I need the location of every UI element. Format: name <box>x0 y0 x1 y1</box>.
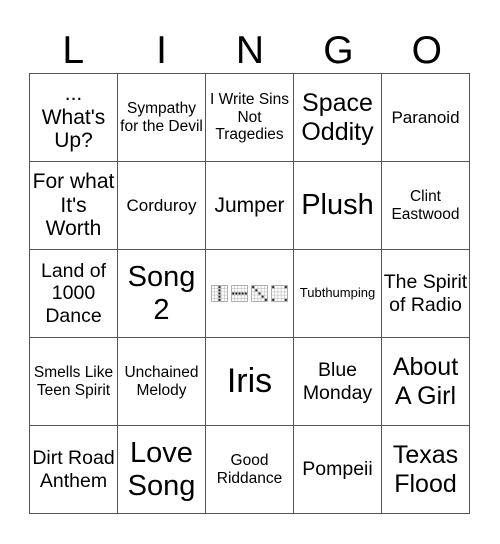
bingo-header: L I N G O <box>29 28 471 73</box>
cell-label: ... What's Up? <box>41 81 106 153</box>
bingo-cell[interactable]: About A Girl <box>382 338 470 426</box>
header-letter-l: L <box>62 29 85 72</box>
four-corners-pattern-icon <box>271 285 288 302</box>
cell-label: Tubthumping <box>299 285 376 301</box>
cell-label: Plush <box>301 189 374 222</box>
bingo-cell[interactable]: Space Oddity <box>294 74 382 162</box>
cell-label: Good Riddance <box>216 452 283 487</box>
bingo-cell[interactable]: For what It's Worth <box>30 162 118 250</box>
bingo-cell[interactable]: Pompeii <box>294 426 382 514</box>
bingo-cell[interactable]: Iris <box>206 338 294 426</box>
cell-label: Dirt Road Anthem <box>32 447 115 492</box>
cell-label: Jumper <box>214 193 285 217</box>
header-letter-i: I <box>156 29 168 72</box>
cell-label: Land of 1000 Dance <box>40 260 107 327</box>
cell-label: Paranoid <box>391 107 460 127</box>
free-space-cell[interactable] <box>206 250 294 338</box>
diagonal-pattern-icon <box>251 285 268 302</box>
horizontal-line-pattern-icon <box>231 285 248 302</box>
bingo-cell[interactable]: Land of 1000 Dance <box>30 250 118 338</box>
cell-label: Clint Eastwood <box>391 188 460 223</box>
bingo-cell[interactable]: I Write Sins Not Tragedies <box>206 74 294 162</box>
bingo-cell[interactable]: Sympathy for the Devil <box>118 74 206 162</box>
header-letter-o: O <box>411 29 442 72</box>
cell-label: Sympathy for the Devil <box>120 100 203 135</box>
bingo-cell[interactable]: Song 2 <box>118 250 206 338</box>
header-letter-n: N <box>235 29 265 72</box>
cell-label: Corduroy <box>126 195 197 215</box>
bingo-cell[interactable]: The Spirit of Radio <box>382 250 470 338</box>
bingo-grid: ... What's Up? Sympathy for the Devil I Wr… <box>29 73 470 514</box>
bingo-cell[interactable]: Unchained Melody <box>118 338 206 426</box>
bingo-cell[interactable]: Clint Eastwood <box>382 162 470 250</box>
header-letter-g: G <box>323 29 354 72</box>
cell-label: Blue Monday <box>302 359 373 404</box>
cell-label: Unchained Melody <box>124 364 199 399</box>
cell-label: About A Girl <box>392 353 459 410</box>
cell-label: Iris <box>226 362 273 401</box>
cell-label: Texas Flood <box>392 441 459 498</box>
bingo-cell[interactable]: Dirt Road Anthem <box>30 426 118 514</box>
bingo-cell[interactable]: Paranoid <box>382 74 470 162</box>
winning-patterns <box>211 285 288 302</box>
cell-label: Song 2 <box>127 260 196 326</box>
bingo-cell[interactable]: Plush <box>294 162 382 250</box>
bingo-cell[interactable]: Jumper <box>206 162 294 250</box>
bingo-cell[interactable]: ... What's Up? <box>30 74 118 162</box>
bingo-cell[interactable]: Tubthumping <box>294 250 382 338</box>
bingo-cell[interactable]: Texas Flood <box>382 426 470 514</box>
bingo-cell[interactable]: Corduroy <box>118 162 206 250</box>
cell-label: I Write Sins Not Tragedies <box>210 91 289 144</box>
bingo-cell[interactable]: Blue Monday <box>294 338 382 426</box>
bingo-cell[interactable]: Smells Like Teen Spirit <box>30 338 118 426</box>
cell-label: Love Song <box>127 436 196 502</box>
cell-label: For what It's Worth <box>32 169 115 241</box>
cell-label: The Spirit of Radio <box>383 271 468 316</box>
vertical-line-pattern-icon <box>211 285 228 302</box>
cell-label: Pompeii <box>302 458 373 481</box>
cell-label: Space Oddity <box>301 89 374 146</box>
bingo-cell[interactable]: Love Song <box>118 426 206 514</box>
cell-label: Smells Like Teen Spirit <box>33 364 114 399</box>
bingo-cell[interactable]: Good Riddance <box>206 426 294 514</box>
